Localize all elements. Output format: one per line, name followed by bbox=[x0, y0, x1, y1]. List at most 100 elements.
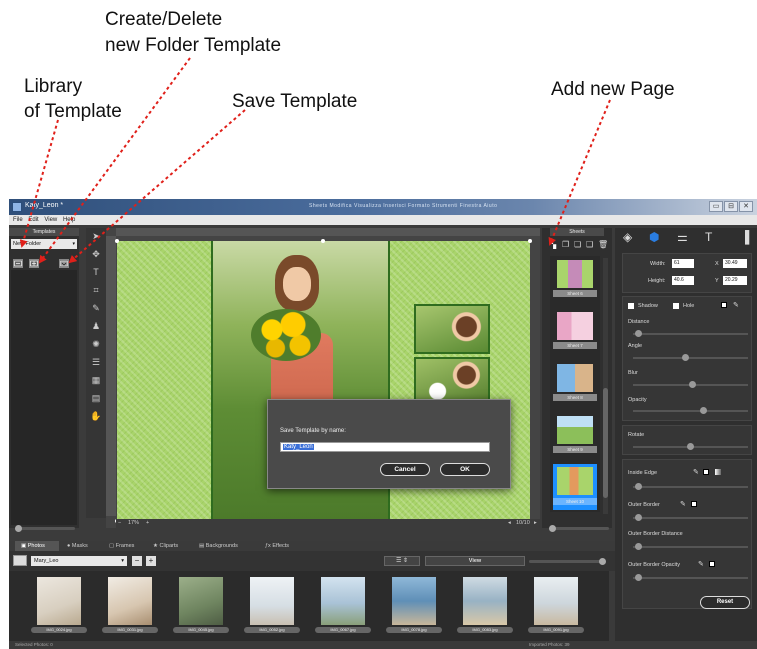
tab-masks[interactable]: ● Masks bbox=[61, 541, 103, 551]
opacity-slider[interactable] bbox=[633, 407, 748, 414]
copy-page-icon[interactable]: ❏ bbox=[574, 240, 581, 249]
reset-button[interactable]: Reset bbox=[700, 596, 750, 609]
slider-knob[interactable] bbox=[15, 525, 22, 532]
zoom-out-icon[interactable]: − bbox=[118, 519, 121, 528]
slider-knob[interactable] bbox=[635, 483, 642, 490]
tab-cliparts[interactable]: ★ Cliparts bbox=[147, 541, 193, 551]
photo-thumbnail[interactable]: IMG_0052.jpg bbox=[244, 577, 300, 633]
menu-edit[interactable]: Edit bbox=[28, 215, 38, 225]
template-size-slider[interactable] bbox=[15, 525, 75, 532]
scrollbar-thumb[interactable] bbox=[603, 388, 608, 498]
album-select[interactable]: Mary_Leo ▾ bbox=[31, 556, 127, 566]
slider-knob[interactable] bbox=[689, 381, 696, 388]
height-field[interactable]: 40.6 bbox=[672, 276, 694, 285]
trash-icon[interactable]: 🗑 bbox=[598, 240, 608, 249]
photo-thumbnail[interactable]: IMG_0024.jpg bbox=[31, 577, 87, 633]
hand-tool-icon[interactable]: ✋ bbox=[90, 410, 102, 422]
move-page-icon[interactable]: ❑ bbox=[586, 240, 593, 249]
photo-thumbnail[interactable]: IMG_0067.jpg bbox=[315, 577, 371, 633]
remove-album-button[interactable]: − bbox=[132, 556, 142, 566]
photo-thumbnail[interactable]: IMG_0091.jpg bbox=[528, 577, 584, 633]
inside-edge-gradient-swatch[interactable] bbox=[715, 469, 721, 475]
text-icon[interactable]: T bbox=[705, 230, 712, 244]
photo-thumbnail[interactable]: IMG_0078.jpg bbox=[386, 577, 442, 633]
hole-checkbox[interactable] bbox=[673, 303, 679, 309]
shadow-checkbox[interactable] bbox=[628, 303, 634, 309]
selection-handle[interactable] bbox=[528, 239, 532, 243]
slider-knob[interactable] bbox=[635, 514, 642, 521]
grid-tool-icon[interactable]: ▦ bbox=[90, 374, 102, 386]
photos-scrollbar[interactable] bbox=[609, 571, 615, 641]
tab-backgrounds[interactable]: ▤ Backgrounds bbox=[193, 541, 259, 551]
create-folder-button[interactable] bbox=[29, 259, 39, 268]
x-field[interactable]: 30.49 bbox=[723, 259, 747, 268]
stamp-tool-icon[interactable]: ♟ bbox=[90, 320, 102, 332]
template-library-list[interactable] bbox=[11, 270, 77, 525]
menu-file[interactable]: File bbox=[13, 215, 23, 225]
zoom-in-icon[interactable]: + bbox=[146, 519, 149, 528]
small-photo-frame-1[interactable] bbox=[414, 304, 490, 354]
add-page-icon[interactable]: ▚ bbox=[550, 240, 556, 249]
sheet-thumbnail[interactable]: Sheet 7 bbox=[553, 312, 597, 356]
blur-slider[interactable] bbox=[633, 381, 748, 388]
eyedropper-icon[interactable]: ✎ bbox=[698, 560, 704, 568]
sheets-scrollbar[interactable] bbox=[603, 258, 608, 514]
shape-icon[interactable]: ⬢ bbox=[649, 230, 659, 244]
eyedropper-icon[interactable]: ✎ bbox=[680, 500, 686, 508]
sheet-size-slider[interactable] bbox=[549, 525, 609, 532]
slider-knob[interactable] bbox=[599, 558, 606, 565]
slider-knob[interactable] bbox=[700, 407, 707, 414]
template-name-input[interactable]: Katy_Leon bbox=[280, 442, 490, 452]
slider-knob[interactable] bbox=[687, 443, 694, 450]
ok-button[interactable]: OK bbox=[440, 463, 490, 476]
tab-photos[interactable]: ▣ Photos bbox=[15, 541, 59, 551]
add-album-button[interactable]: + bbox=[146, 556, 156, 566]
inside-edge-slider[interactable] bbox=[633, 483, 748, 490]
selection-handle[interactable] bbox=[321, 239, 325, 243]
photo-thumbnail[interactable]: IMG_0031.jpg bbox=[102, 577, 158, 633]
slider-knob[interactable] bbox=[635, 330, 642, 337]
width-field[interactable]: 61 bbox=[672, 259, 694, 268]
outer-border-opacity-swatch[interactable] bbox=[709, 561, 715, 567]
select-tool-icon[interactable]: ➤ bbox=[90, 230, 102, 242]
align-tool-icon[interactable]: ▤ bbox=[90, 392, 102, 404]
inside-edge-color-swatch[interactable] bbox=[703, 469, 709, 475]
outer-border-slider[interactable] bbox=[633, 514, 748, 521]
outer-border-opacity-slider[interactable] bbox=[633, 574, 748, 581]
photo-thumbnail[interactable]: IMG_0083.jpg bbox=[457, 577, 513, 633]
layout-tool-icon[interactable]: ☰ bbox=[90, 356, 102, 368]
crop-tool-icon[interactable]: ⌗ bbox=[90, 284, 102, 296]
delete-folder-button[interactable] bbox=[13, 259, 23, 268]
eyedropper-icon[interactable]: ✎ bbox=[693, 468, 699, 476]
layers-icon[interactable]: ◈ bbox=[623, 230, 632, 244]
adjust-icon[interactable]: ⚌ bbox=[677, 230, 688, 244]
duplicate-page-icon[interactable]: ❐ bbox=[562, 240, 569, 249]
close-button[interactable]: ✕ bbox=[739, 201, 753, 212]
move-tool-icon[interactable]: ✥ bbox=[90, 248, 102, 260]
menu-help[interactable]: Help bbox=[63, 215, 75, 225]
prev-page-icon[interactable]: ◂ bbox=[508, 519, 511, 528]
text-tool-icon[interactable]: T bbox=[90, 266, 102, 278]
slider-knob[interactable] bbox=[635, 574, 642, 581]
sheet-thumbnail-active[interactable]: Sheet 10 bbox=[553, 464, 597, 510]
tab-frames[interactable]: ▢ Frames bbox=[103, 541, 147, 551]
save-template-button[interactable] bbox=[59, 259, 69, 268]
sheet-thumbnail[interactable]: Sheet 8 bbox=[553, 364, 597, 408]
selection-handle[interactable] bbox=[115, 239, 119, 243]
slider-knob[interactable] bbox=[682, 354, 689, 361]
slider-knob[interactable] bbox=[635, 543, 642, 550]
sort-button[interactable]: ☰ ⇕ bbox=[384, 556, 420, 566]
outer-border-color-swatch[interactable] bbox=[691, 501, 697, 507]
angle-slider[interactable] bbox=[633, 354, 748, 361]
sheet-thumbnail[interactable]: Sheet 9 bbox=[553, 416, 597, 460]
thumbnail-size-slider[interactable] bbox=[529, 558, 606, 565]
distance-slider[interactable] bbox=[633, 330, 748, 337]
view-button[interactable]: View bbox=[425, 556, 525, 566]
eyedropper-icon[interactable]: ✎ bbox=[733, 301, 739, 309]
photo-thumbnail[interactable]: IMG_0045.jpg bbox=[173, 577, 229, 633]
pen-tool-icon[interactable]: ✎ bbox=[90, 302, 102, 314]
tab-effects[interactable]: ƒx Effects bbox=[259, 541, 309, 551]
shadow-color-swatch[interactable] bbox=[721, 302, 727, 308]
y-field[interactable]: 20.29 bbox=[723, 276, 747, 285]
minimize-button[interactable]: ▭ bbox=[709, 201, 723, 212]
